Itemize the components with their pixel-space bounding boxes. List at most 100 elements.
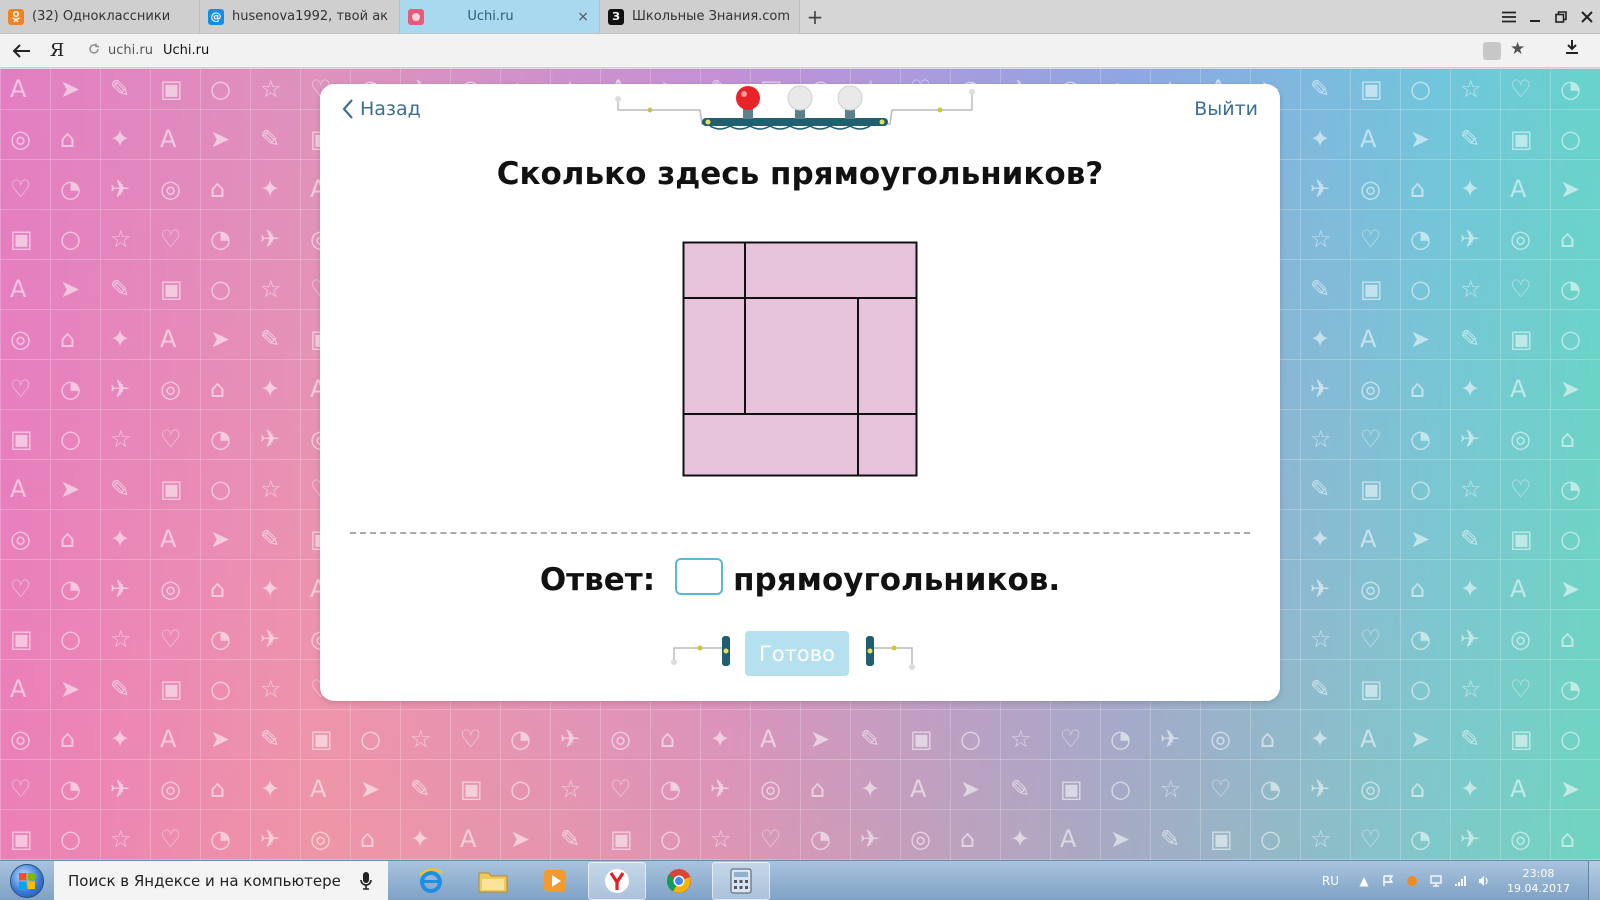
protect-icon[interactable]: [1483, 42, 1501, 60]
doodle-icon: A: [1510, 775, 1527, 803]
doodle-icon: ♡: [1360, 825, 1382, 853]
doodle-icon: ⌂: [1410, 375, 1426, 403]
microphone-icon[interactable]: [360, 871, 372, 895]
media-player-icon[interactable]: [526, 862, 584, 900]
lamp-2-icon: [787, 85, 813, 119]
signal-icon[interactable]: [1453, 874, 1467, 888]
doodle-icon: ◎: [1210, 725, 1231, 753]
doodle-icon: ☆: [1010, 725, 1032, 753]
restore-icon[interactable]: [1548, 8, 1574, 27]
language-indicator[interactable]: RU: [1322, 874, 1339, 888]
dashed-divider: [350, 532, 1250, 534]
doodle-icon: ♡: [1360, 225, 1382, 253]
minimize-icon[interactable]: [1522, 8, 1548, 27]
doodle-icon: ✎: [1460, 525, 1481, 553]
bookmark-star-icon[interactable]: ★: [1510, 39, 1525, 59]
doodle-icon: ▣: [160, 675, 183, 703]
done-button[interactable]: Готово: [745, 631, 849, 676]
tab-odnoklassniki[interactable]: (32) Одноклассники: [0, 0, 200, 33]
doodle-icon: ♡: [760, 825, 782, 853]
doodle-icon: ⌂: [210, 375, 226, 403]
doodle-icon: ⌂: [360, 825, 376, 853]
doodle-icon: ◎: [1360, 375, 1381, 403]
doodle-icon: ○: [60, 625, 81, 653]
arrow-left-icon: [12, 43, 30, 58]
file-explorer-icon[interactable]: [464, 862, 522, 900]
doodle-icon: ♡: [10, 175, 32, 203]
exit-link[interactable]: Выйти: [1194, 98, 1258, 120]
doodle-icon: ◎: [610, 725, 631, 753]
tab-uchi[interactable]: Uchi.ru ×: [400, 0, 600, 33]
close-tab-icon[interactable]: ×: [577, 9, 589, 25]
tab-mail[interactable]: @ husenova1992, твой аккаун: [200, 0, 400, 33]
doodle-icon: ➤: [210, 725, 231, 753]
doodle-icon: ▣: [610, 825, 633, 853]
doodle-icon: ✈: [860, 825, 881, 853]
volume-icon[interactable]: [1477, 874, 1491, 888]
doodle-icon: ✎: [560, 825, 581, 853]
doodle-icon: ✈: [1160, 725, 1181, 753]
antivirus-icon[interactable]: [1405, 874, 1419, 888]
doodle-icon: ☆: [560, 775, 582, 803]
doodle-icon: ✈: [1310, 775, 1331, 803]
taskbar-search[interactable]: Поиск в Яндексе и на компьютере: [54, 860, 388, 900]
doodle-icon: ➤: [510, 825, 531, 853]
url-field[interactable]: uchi.ru Uchi.ru: [80, 38, 1500, 64]
doodle-icon: ✎: [260, 125, 281, 153]
doodle-icon: ⌂: [960, 825, 976, 853]
tab-znania[interactable]: З Школьные Знания.com - Ре: [600, 0, 800, 33]
browser-back-button[interactable]: [0, 39, 44, 63]
doodle-icon: ✈: [110, 775, 131, 803]
start-button[interactable]: [0, 861, 54, 900]
flag-icon[interactable]: [1381, 874, 1395, 888]
doodle-icon: ♡: [1360, 625, 1382, 653]
yandex-browser-icon[interactable]: [588, 861, 646, 900]
doodle-icon: ▣: [160, 75, 183, 103]
doodle-icon: ➤: [60, 675, 81, 703]
doodle-icon: ✈: [1310, 375, 1331, 403]
answer-input[interactable]: [675, 557, 724, 595]
window-controls: [1496, 0, 1600, 34]
new-tab-button[interactable]: +: [800, 0, 830, 33]
menu-icon[interactable]: [1496, 8, 1522, 27]
doodle-icon: ✦: [110, 325, 131, 353]
chrome-icon[interactable]: [650, 862, 708, 900]
close-window-icon[interactable]: [1574, 8, 1600, 27]
doodle-icon: ☆: [410, 725, 432, 753]
doodle-icon: A: [310, 775, 327, 803]
back-link[interactable]: Назад: [342, 98, 421, 120]
right-wire-icon: [866, 636, 915, 670]
doodle-icon: ○: [210, 75, 231, 103]
doodle-icon: ➤: [60, 75, 81, 103]
doodle-icon: ✈: [260, 225, 281, 253]
calculator-icon[interactable]: [712, 861, 770, 900]
download-icon[interactable]: [1565, 39, 1579, 60]
doodle-icon: A: [160, 325, 177, 353]
tray-expand-icon[interactable]: ▲: [1357, 874, 1371, 888]
doodle-icon: ✎: [1460, 725, 1481, 753]
doodle-icon: ▣: [1360, 475, 1383, 503]
doodle-icon: ♡: [610, 775, 632, 803]
network-icon[interactable]: [1429, 874, 1443, 888]
doodle-icon: ☆: [110, 225, 132, 253]
doodle-icon: ◎: [310, 825, 331, 853]
tab-title: Школьные Знания.com - Ре: [632, 9, 789, 24]
doodle-icon: ✈: [260, 625, 281, 653]
doodle-icon: ♡: [1060, 725, 1082, 753]
doodle-icon: ◎: [1360, 575, 1381, 603]
doodle-icon: A: [10, 675, 27, 703]
doodle-icon: ▣: [1360, 75, 1383, 103]
doodle-icon: ◔: [60, 375, 81, 403]
doodle-icon: ✦: [110, 725, 131, 753]
doodle-icon: ✦: [1460, 375, 1481, 403]
show-desktop-button[interactable]: [1588, 861, 1600, 900]
yandex-logo[interactable]: Я: [44, 40, 70, 61]
doodle-icon: ✈: [260, 425, 281, 453]
internet-explorer-icon[interactable]: [402, 862, 460, 900]
reload-icon[interactable]: [80, 43, 108, 59]
doodle-icon: ◔: [1560, 475, 1581, 503]
doodle-icon: A: [160, 525, 177, 553]
doodle-icon: ○: [1410, 475, 1431, 503]
doodle-icon: A: [10, 475, 27, 503]
clock[interactable]: 23:08 19.04.2017: [1507, 866, 1570, 896]
